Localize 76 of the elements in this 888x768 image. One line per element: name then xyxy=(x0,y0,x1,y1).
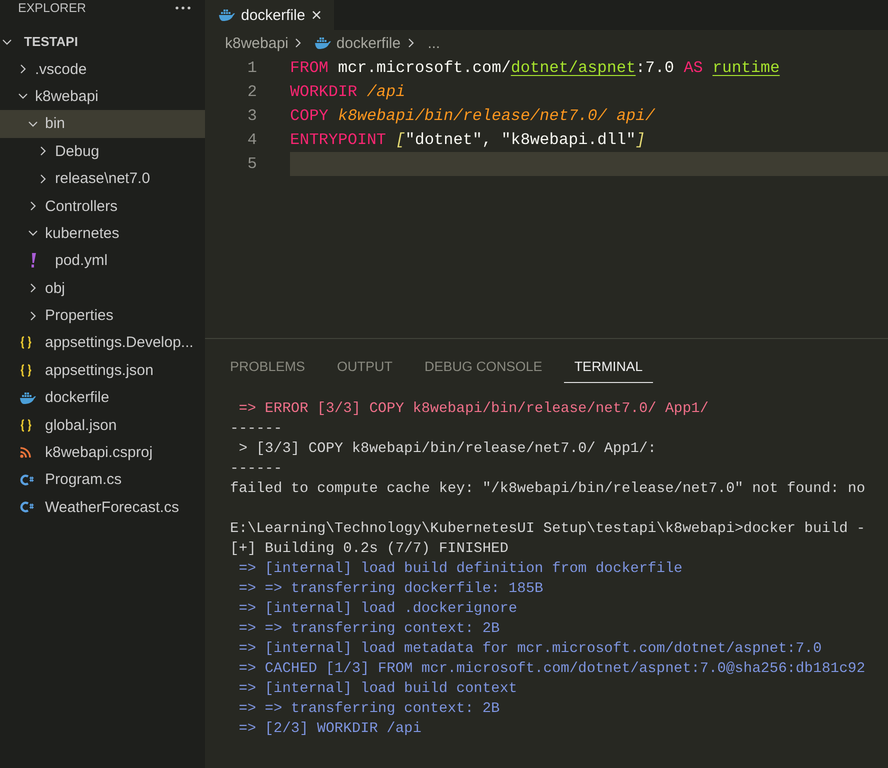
terminal-line: failed to compute cache key: "/k8webapi/bin/release/net7.0" not found: no xyxy=(230,480,866,499)
tree-file[interactable]: Program.cs xyxy=(0,466,205,494)
chevron-right-icon xyxy=(18,64,28,74)
csharp-icon xyxy=(20,474,34,486)
chevron-right-icon xyxy=(406,38,416,48)
chevron-right-icon xyxy=(28,310,38,321)
tree-file[interactable]: appsettings.Develop... xyxy=(0,329,205,357)
terminal-line: => => transferring context: 2B xyxy=(238,700,501,719)
terminal-line: => ERROR [3/3] COPY k8webapi/bin/release/net7.0/ App1/ xyxy=(238,400,710,419)
terminal-line: > [3/3] COPY k8webapi/bin/release/net7.0/ App1/: xyxy=(238,440,658,459)
close-button[interactable]: × xyxy=(311,4,322,26)
explorer-title: EXPLORER xyxy=(18,1,86,15)
panel-tab[interactable]: OUTPUT xyxy=(327,359,403,383)
chevron-right-icon xyxy=(28,201,38,212)
whale-icon xyxy=(315,37,332,49)
panel-tab[interactable]: TERMINAL xyxy=(564,359,653,383)
tree-folder[interactable]: Debug xyxy=(0,138,205,165)
exclamation-icon xyxy=(30,253,36,268)
csharp-icon xyxy=(20,501,34,514)
code-line: WORKDIR /api xyxy=(290,82,406,103)
chevron-down-icon xyxy=(28,118,38,129)
tree-file[interactable]: pod.yml xyxy=(0,247,205,275)
breadcrumb-item[interactable]: k8webapi xyxy=(225,34,288,52)
workspace-root[interactable]: TESTAPI xyxy=(0,28,205,56)
editor-tab[interactable]: dockerfile × xyxy=(205,0,334,30)
chevron-right-icon xyxy=(38,174,48,184)
tree-file[interactable]: global.json xyxy=(0,411,205,439)
line-number: 4 xyxy=(246,131,257,149)
terminal-line: => CACHED [1/3] FROM mcr.microsoft.com/dotnet/aspnet:7.0@sha256:db181c92 xyxy=(238,660,866,679)
line-number: 3 xyxy=(246,107,257,125)
whale-icon xyxy=(219,9,235,21)
line-number: 2 xyxy=(246,83,257,101)
whale-icon xyxy=(20,392,36,404)
tree-file[interactable]: appsettings.json xyxy=(0,356,205,384)
chevron-down-icon xyxy=(28,228,38,238)
tree-folder[interactable]: obj xyxy=(0,274,205,302)
terminal-line: => => transferring dockerfile: 185B xyxy=(238,580,544,599)
tree-folder[interactable]: .vscode xyxy=(0,55,205,83)
line-number: 1 xyxy=(246,59,257,77)
terminal-line: => [internal] load metadata for mcr.microsoft.com/dotnet/aspnet:7.0 xyxy=(238,640,823,659)
tree-folder[interactable]: Controllers xyxy=(0,192,205,220)
panel-tab[interactable]: PROBLEMS xyxy=(220,359,316,383)
chevron-right-icon xyxy=(38,146,48,156)
terminal-line: => [internal] load .dockerignore xyxy=(238,600,518,619)
braces-icon xyxy=(20,418,32,432)
terminal-line: [+] Building 0.2s (7/7) FINISHED xyxy=(230,540,510,559)
terminal-line: => [internal] load build context xyxy=(238,680,518,699)
tree-folder[interactable]: release\net7.0 xyxy=(0,164,205,192)
tree-folder[interactable]: bin xyxy=(0,110,205,138)
tree-file[interactable]: k8webapi.csproj xyxy=(0,438,205,466)
breadcrumb-item[interactable]: ... xyxy=(428,34,440,52)
rss-icon xyxy=(20,447,31,458)
chevron-down-icon xyxy=(18,91,28,102)
tree-folder[interactable]: Properties xyxy=(0,302,205,330)
chevron-right-icon xyxy=(28,283,38,294)
terminal-line: E:\Learning\Technology\KubernetesUI Setup\testapi\k8webapi>docker build - xyxy=(230,520,866,539)
code-line: ENTRYPOINT ["dotnet", "k8webapi.dll"] xyxy=(290,130,646,151)
braces-icon xyxy=(20,336,32,350)
braces-icon xyxy=(20,364,32,377)
chevron-down-icon xyxy=(2,36,12,47)
breadcrumb-item[interactable]: dockerfile xyxy=(336,34,401,52)
tree-folder[interactable]: k8webapi xyxy=(0,82,205,110)
terminal-line: => => transferring context: 2B xyxy=(238,620,501,639)
terminal-line: ------ xyxy=(230,460,284,479)
line-number: 5 xyxy=(246,155,257,173)
more-icon[interactable] xyxy=(175,6,191,10)
tree-folder[interactable]: kubernetes xyxy=(0,220,205,248)
code-line: COPY k8webapi/bin/release/net7.0/ api/ xyxy=(290,106,656,127)
terminal-line: ------ xyxy=(230,420,284,439)
terminal-line: => [2/3] WORKDIR /api xyxy=(238,720,422,739)
chevron-right-icon xyxy=(293,38,304,48)
tree-file[interactable]: WeatherForecast.cs xyxy=(0,494,205,522)
code-line: FROM mcr.microsoft.com/dotnet/aspnet:7.0 AS runtime xyxy=(290,58,781,79)
terminal-line: => [internal] load build definition from dockerfile xyxy=(238,560,684,579)
panel-tab[interactable]: DEBUG CONSOLE xyxy=(414,359,552,383)
tree-file[interactable]: dockerfile xyxy=(0,384,205,412)
